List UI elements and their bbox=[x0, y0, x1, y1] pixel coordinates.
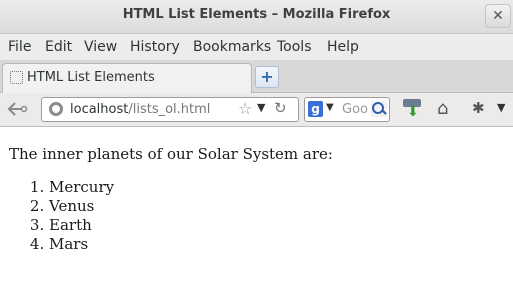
tab-title: HTML List Elements bbox=[27, 70, 155, 85]
menu-help[interactable]: Help bbox=[327, 39, 359, 55]
back-button[interactable] bbox=[6, 100, 28, 118]
page-content: The inner planets of our Solar System ar… bbox=[0, 127, 513, 301]
menu-history[interactable]: History bbox=[130, 39, 180, 55]
list-item: Mercury bbox=[49, 178, 114, 197]
menu-bar: File Edit View History Bookmarks Tools H… bbox=[0, 34, 513, 60]
firefox-window: HTML List Elements – Mozilla Firefox ✕ F… bbox=[0, 0, 513, 301]
downloads-button[interactable]: ⬇ bbox=[402, 99, 424, 119]
magnifier-icon[interactable] bbox=[371, 101, 387, 117]
menu-bookmarks[interactable]: Bookmarks bbox=[193, 39, 271, 55]
home-icon[interactable]: ⌂ bbox=[437, 98, 448, 119]
close-icon: ✕ bbox=[492, 8, 504, 24]
search-input[interactable]: Goo bbox=[342, 102, 368, 117]
title-bar: HTML List Elements – Mozilla Firefox ✕ bbox=[0, 0, 513, 34]
page-favicon-icon bbox=[10, 71, 23, 84]
url-text[interactable]: localhost/lists_ol.html bbox=[70, 102, 210, 117]
url-path: /lists_ol.html bbox=[128, 102, 211, 117]
menu-file[interactable]: File bbox=[8, 39, 31, 55]
url-host: localhost bbox=[70, 102, 129, 117]
url-bar[interactable]: localhost/lists_ol.html ☆ ▼ ↻ bbox=[41, 97, 299, 122]
search-bar[interactable]: g ▼ Goo bbox=[304, 97, 390, 122]
search-engine-icon[interactable]: g bbox=[308, 101, 323, 117]
engine-chevron-down-icon[interactable]: ▼ bbox=[326, 102, 334, 113]
window-title: HTML List Elements – Mozilla Firefox bbox=[122, 7, 391, 22]
chevron-down-icon[interactable]: ▼ bbox=[257, 101, 265, 114]
menu-view[interactable]: View bbox=[84, 39, 117, 55]
list-item: Earth bbox=[49, 216, 114, 235]
planet-list: Mercury Venus Earth Mars bbox=[9, 178, 114, 254]
menu-tools[interactable]: Tools bbox=[277, 39, 312, 55]
close-window-button[interactable]: ✕ bbox=[485, 4, 511, 28]
reload-icon[interactable]: ↻ bbox=[274, 99, 287, 117]
bookmark-star-icon[interactable]: ☆ bbox=[238, 99, 252, 118]
back-arrow-icon bbox=[7, 102, 28, 116]
globe-icon bbox=[49, 102, 63, 116]
menu-edit[interactable]: Edit bbox=[45, 39, 72, 55]
overflow-chevron-down-icon[interactable]: ▼ bbox=[497, 101, 505, 114]
plus-icon: + bbox=[260, 67, 274, 86]
tab-html-list-elements[interactable]: HTML List Elements bbox=[2, 63, 252, 93]
tools-icon[interactable]: ✱ bbox=[472, 99, 485, 117]
new-tab-button[interactable]: + bbox=[255, 66, 279, 88]
download-arrow-icon: ⬇ bbox=[407, 104, 419, 120]
list-item: Venus bbox=[49, 197, 114, 216]
navigation-toolbar: localhost/lists_ol.html ☆ ▼ ↻ g ▼ Goo ⬇ … bbox=[0, 93, 513, 127]
list-item: Mars bbox=[49, 235, 114, 254]
tab-strip: HTML List Elements + bbox=[0, 60, 513, 93]
intro-paragraph: The inner planets of our Solar System ar… bbox=[9, 145, 333, 163]
